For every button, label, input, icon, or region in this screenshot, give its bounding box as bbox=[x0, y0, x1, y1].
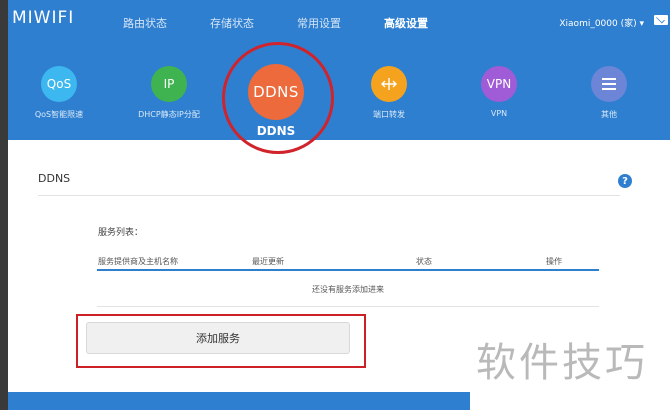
func-dhcp-label: DHCP静态IP分配 bbox=[138, 110, 200, 119]
add-service-button[interactable]: 添加服务 bbox=[86, 322, 350, 354]
column-provider-host: 服务提供商及主机名称 bbox=[98, 257, 178, 266]
section-divider bbox=[38, 195, 620, 196]
account-menu[interactable]: Xiaomi_0000 (家) ▾ bbox=[559, 16, 644, 29]
func-qos-label: QoS智能限速 bbox=[34, 110, 84, 119]
qos-icon: QoS bbox=[41, 66, 77, 102]
nav-common-settings[interactable]: 常用设置 bbox=[297, 15, 341, 31]
column-last-update: 最近更新 bbox=[252, 257, 284, 266]
func-dhcp-static-ip[interactable]: IP DHCP静态IP分配 bbox=[119, 66, 219, 120]
func-qos[interactable]: QoS QoS智能限速 bbox=[9, 66, 109, 120]
table-row-divider bbox=[97, 306, 599, 307]
func-port-forwarding[interactable]: 端口转发 bbox=[339, 66, 439, 120]
func-other[interactable]: 其他 bbox=[559, 66, 659, 120]
help-icon[interactable]: ? bbox=[618, 174, 632, 188]
func-ddns-label[interactable]: DDNS bbox=[248, 124, 304, 138]
watermark-text: 软件技巧 bbox=[476, 340, 648, 386]
func-vpn-label: VPN bbox=[490, 109, 508, 118]
nav-advanced-settings[interactable]: 高级设置 bbox=[384, 15, 428, 31]
vpn-icon: VPN bbox=[481, 66, 517, 102]
func-port-forward-label: 端口转发 bbox=[373, 110, 405, 119]
empty-list-message: 还没有服务添加进来 bbox=[312, 285, 384, 294]
mail-icon[interactable] bbox=[654, 15, 668, 25]
menu-icon bbox=[591, 66, 627, 102]
table-header-line bbox=[97, 269, 599, 271]
nav-router-status[interactable]: 路由状态 bbox=[123, 15, 167, 31]
ip-icon: IP bbox=[151, 66, 187, 102]
section-title: DDNS bbox=[38, 172, 71, 185]
func-other-label: 其他 bbox=[601, 110, 617, 119]
column-actions: 操作 bbox=[546, 257, 562, 266]
top-header: MIWIFI 路由状态 存储状态 常用设置 高级设置 Xiaomi_0000 (… bbox=[8, 0, 670, 140]
column-status: 状态 bbox=[416, 257, 432, 266]
watermark-area: 软件技巧 bbox=[470, 310, 670, 410]
service-list-title: 服务列表： bbox=[98, 228, 144, 238]
func-vpn[interactable]: VPN VPN bbox=[449, 66, 549, 118]
nav-storage-status[interactable]: 存储状态 bbox=[210, 15, 254, 31]
port-forward-icon bbox=[371, 66, 407, 102]
router-admin-page: MIWIFI 路由状态 存储状态 常用设置 高级设置 Xiaomi_0000 (… bbox=[8, 0, 670, 410]
ddns-icon[interactable]: DDNS bbox=[248, 64, 304, 120]
left-window-edge bbox=[0, 0, 8, 410]
miwifi-logo: MIWIFI bbox=[12, 8, 75, 28]
footer-bar bbox=[8, 392, 470, 410]
